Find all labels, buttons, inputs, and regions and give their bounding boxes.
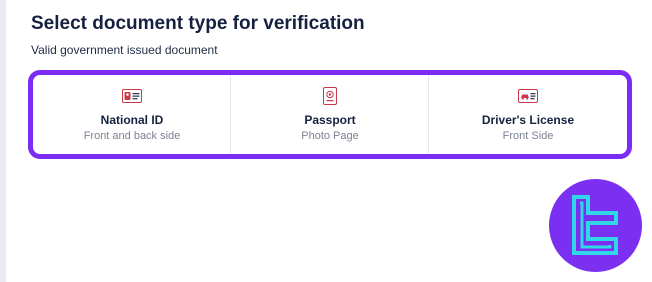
option-passport[interactable]: Passport Photo Page	[231, 75, 429, 154]
logo-mark-icon	[571, 194, 618, 255]
option-description: Photo Page	[301, 130, 359, 142]
passport-icon	[320, 87, 340, 105]
option-national-id[interactable]: National ID Front and back side	[33, 75, 231, 154]
id-card-icon	[122, 88, 142, 104]
option-label: Driver's License	[481, 113, 575, 127]
document-type-options: National ID Front and back side Passport…	[28, 70, 632, 159]
page-title: Select document type for verification	[31, 13, 365, 34]
option-label: National ID	[100, 113, 164, 127]
left-edge-panel	[0, 0, 6, 282]
brand-logo	[549, 179, 642, 272]
option-description: Front Side	[502, 130, 554, 142]
page-subtitle: Valid government issued document	[31, 43, 218, 57]
option-label: Passport	[304, 113, 356, 127]
car-license-icon	[518, 88, 538, 104]
option-drivers-license[interactable]: Driver's License Front Side	[429, 75, 627, 154]
option-description: Front and back side	[83, 130, 181, 142]
